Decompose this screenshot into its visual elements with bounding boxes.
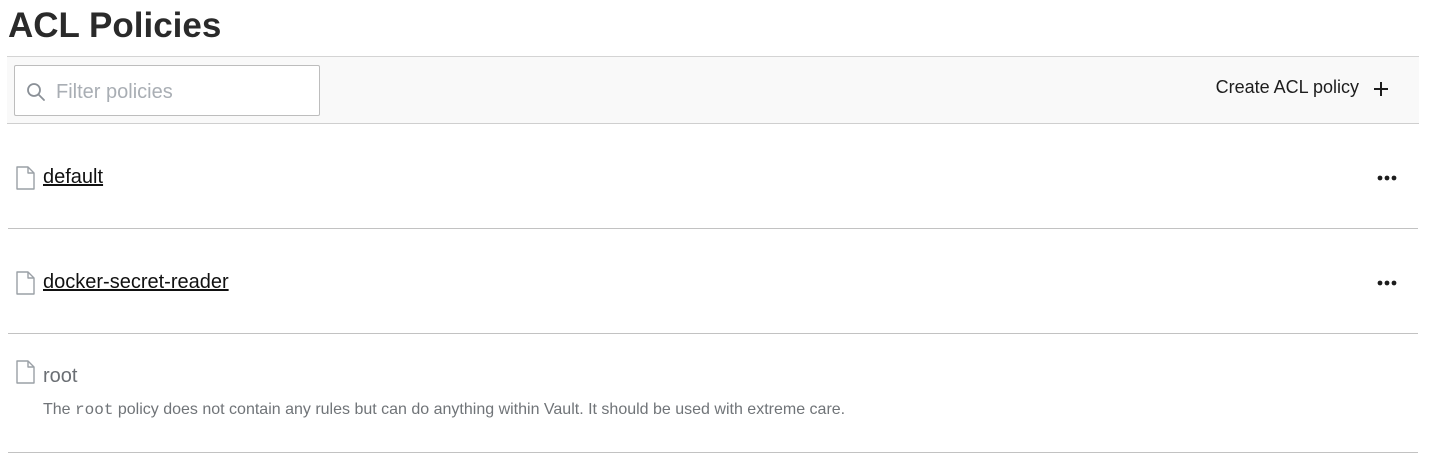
list-item[interactable]: docker-secret-reader xyxy=(8,229,1418,334)
description-prefix: The xyxy=(43,401,76,418)
policy-description: The root policy does not contain any rul… xyxy=(43,401,845,419)
description-suffix: policy does not contain any rules but ca… xyxy=(113,401,846,418)
policy-toolbar: Create ACL policy xyxy=(7,56,1419,124)
more-icon xyxy=(1377,280,1397,286)
file-icon xyxy=(15,360,36,384)
file-icon xyxy=(15,166,36,190)
search-input[interactable] xyxy=(56,79,306,105)
file-icon xyxy=(15,271,36,295)
search-box[interactable] xyxy=(14,65,320,116)
list-item[interactable]: default xyxy=(8,124,1418,229)
more-options-button[interactable] xyxy=(1373,273,1401,293)
create-acl-policy-button[interactable]: Create ACL policy xyxy=(1216,77,1389,98)
list-item: root The root policy does not contain an… xyxy=(8,334,1418,453)
plus-icon xyxy=(1373,78,1389,98)
search-icon xyxy=(26,82,46,102)
more-options-button[interactable] xyxy=(1373,168,1401,188)
description-code: root xyxy=(75,401,114,419)
create-acl-policy-label: Create ACL policy xyxy=(1215,77,1359,97)
page-title: ACL Policies xyxy=(8,6,222,45)
policy-link-docker-secret-reader[interactable]: docker-secret-reader xyxy=(43,271,229,294)
policy-link-default[interactable]: default xyxy=(43,166,103,189)
policy-name-root: root xyxy=(43,365,78,387)
more-icon xyxy=(1377,175,1397,181)
